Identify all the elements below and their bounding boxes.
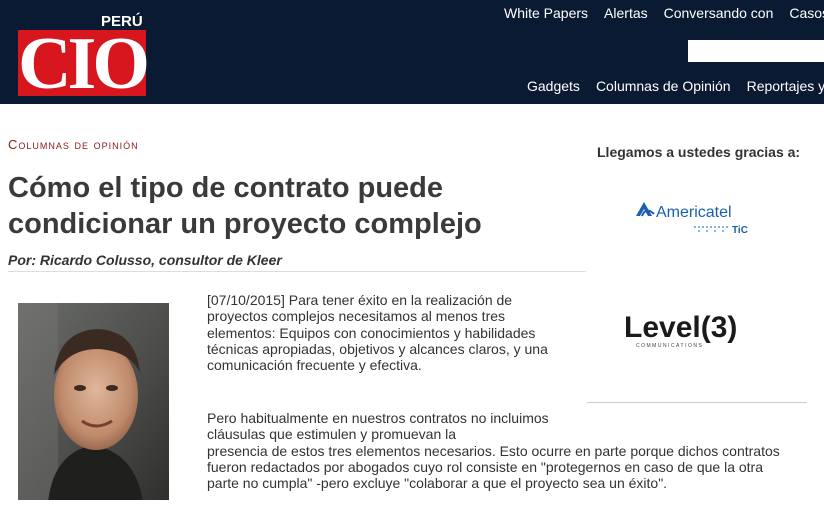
article-paragraph-2: Pero habitualmente en nuestros contratos… xyxy=(207,410,797,491)
sponsor1-name: Americatel xyxy=(656,204,732,221)
nav-item-conversando[interactable]: Conversando con xyxy=(664,5,774,21)
nav-item-gadgets[interactable]: Gadgets xyxy=(527,78,580,94)
article-paragraph-1: [07/10/2015] Para tener éxito en la real… xyxy=(207,292,548,374)
divider xyxy=(8,271,586,272)
sponsor-heading: Llegamos a ustedes gracias a: xyxy=(597,144,801,160)
level3-logo[interactable]: Level(3) COMMUNICATIONS xyxy=(622,303,772,351)
cio-logo[interactable]: CIO xyxy=(18,24,150,104)
logo-country: PERÚ xyxy=(101,13,143,30)
nav-item-alertas[interactable]: Alertas xyxy=(604,5,648,21)
search-input[interactable] xyxy=(688,40,824,62)
site-header: CIO PERÚ White Papers Alertas Conversando … xyxy=(0,0,824,104)
sponsor2-name: Level(3) xyxy=(624,311,737,344)
sponsor2-sub: COMMUNICATIONS xyxy=(636,343,703,349)
author-photo xyxy=(18,303,169,500)
top-nav: White Papers Alertas Conversando con Casos xyxy=(504,5,824,23)
article-title: Cómo el tipo de contrato puede condicion… xyxy=(8,172,482,240)
article-byline: Por: Ricardo Colusso, consultor de Kleer xyxy=(8,252,282,268)
section-label[interactable]: Columnas de opinión xyxy=(8,137,139,152)
nav-item-white-papers[interactable]: White Papers xyxy=(504,5,588,21)
article-paragraph-2-start: Pero habitualmente en nuestros contratos… xyxy=(207,410,549,443)
nav-item-casos[interactable]: Casos xyxy=(789,5,824,21)
sidebar-divider xyxy=(587,402,807,403)
sub-nav: Gadgets Columnas de Opinión Reportajes y A xyxy=(527,78,824,96)
americatel-logo[interactable]: Americatel TiC xyxy=(632,196,762,240)
dots-icon xyxy=(694,226,728,232)
logo-text: CIO xyxy=(18,23,150,105)
sponsor1-sub: TiC xyxy=(732,225,748,236)
article-paragraph-2-rest: presencia de estos tres elementos necesa… xyxy=(207,442,780,492)
nav-item-reportajes[interactable]: Reportajes y A xyxy=(747,78,824,94)
nav-item-columnas[interactable]: Columnas de Opinión xyxy=(596,78,731,94)
